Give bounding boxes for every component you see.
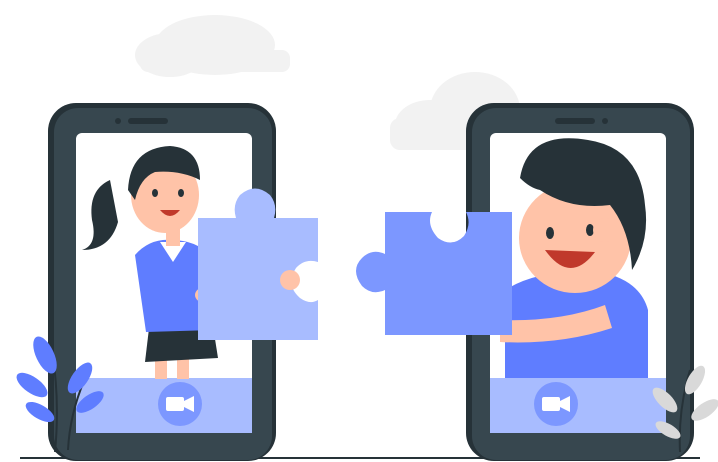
puzzle-piece-right	[356, 212, 512, 335]
illustration	[16, 15, 718, 461]
video-camera-icon	[542, 396, 570, 412]
video-camera-icon	[166, 396, 194, 412]
call-bar	[490, 378, 666, 433]
speaker-slot	[128, 118, 168, 124]
camera-dot	[602, 118, 608, 124]
speaker-slot	[555, 118, 595, 124]
video-call-button[interactable]	[534, 382, 578, 426]
cloud-left	[135, 15, 290, 77]
camera-dot	[115, 118, 121, 124]
video-call-button[interactable]	[158, 382, 202, 426]
